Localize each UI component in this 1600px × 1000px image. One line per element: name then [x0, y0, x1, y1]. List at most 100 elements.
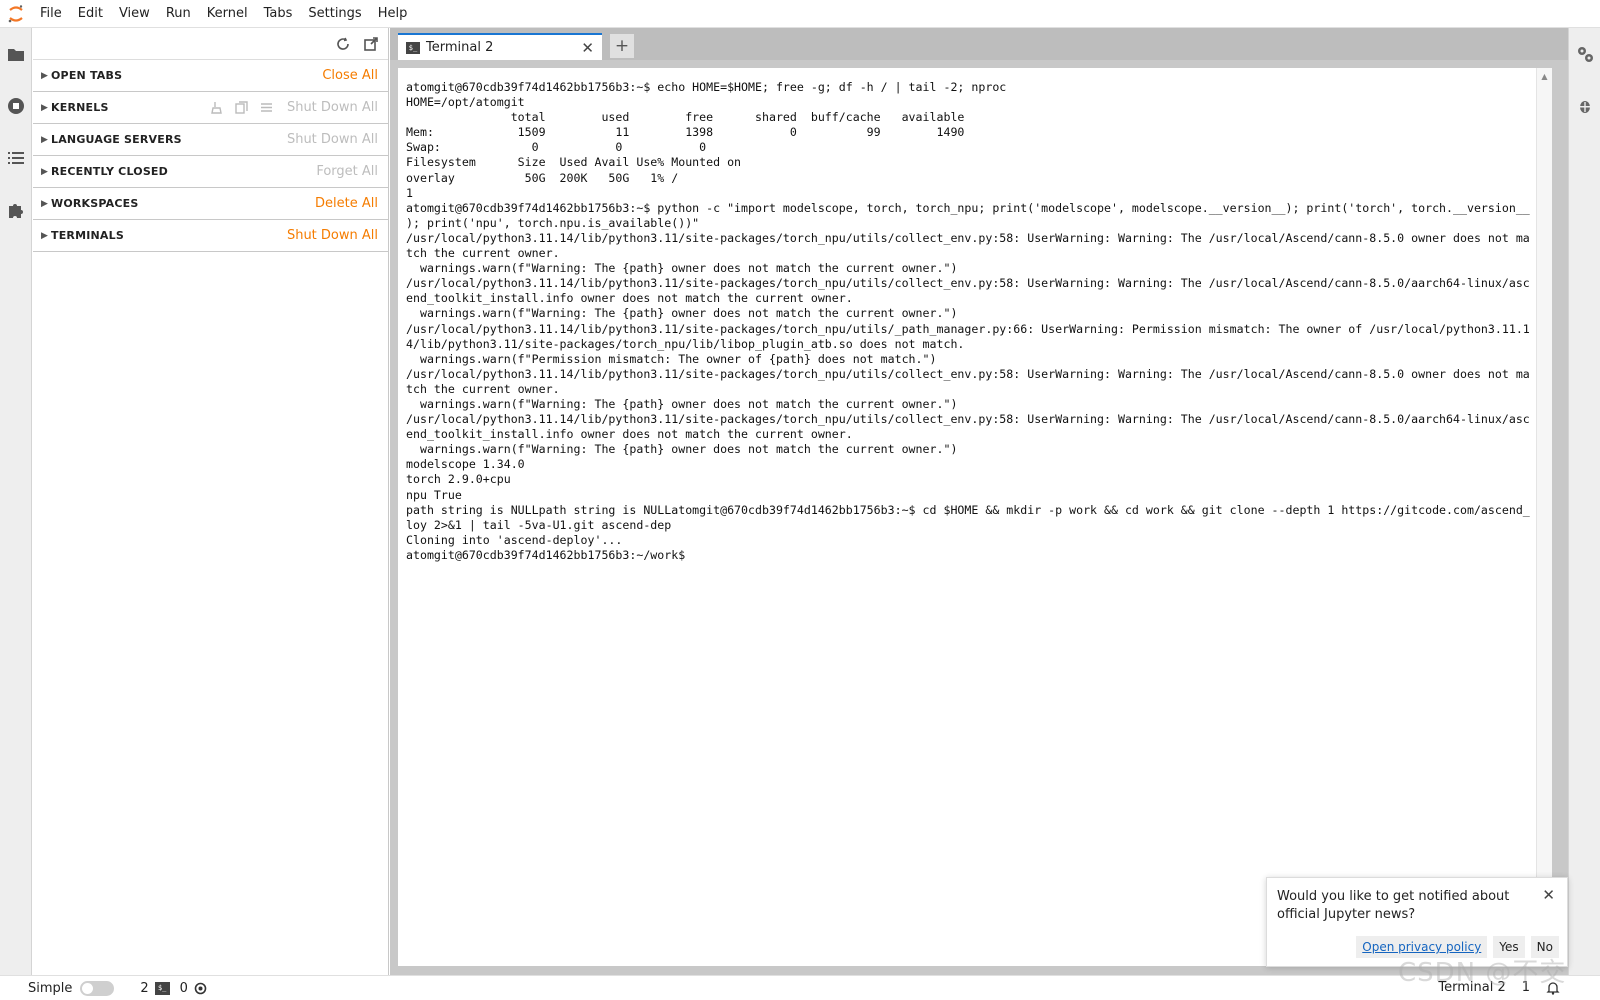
section-open-tabs[interactable]: ▶ OPEN TABS Close All: [33, 60, 388, 92]
terminal-line: loy 2>&1 | tail -5va-U1.git ascend-dep: [406, 517, 672, 532]
terminal-line: Swap: 0 0 0: [406, 140, 707, 155]
menu-help[interactable]: Help: [370, 0, 416, 28]
terminal-line: /usr/local/python3.11.14/lib/python3.11/…: [406, 366, 1530, 381]
terminal-scrollbar[interactable]: ▲: [1536, 68, 1552, 966]
terminal-line: atomgit@670cdb39f74d1462bb1756b3:~$ pyth…: [406, 200, 1530, 215]
jupyter-logo-icon: [0, 0, 32, 28]
terminal-line: atomgit@670cdb39f74d1462bb1756b3:~$ echo…: [406, 80, 1007, 94]
simple-mode-toggle[interactable]: [80, 980, 115, 996]
terminal-icon: $_: [154, 981, 170, 995]
tab-terminal-2[interactable]: $_ Terminal 2 ✕: [398, 33, 602, 60]
terminal-line: warnings.warn(f"Warning: The {path} owne…: [406, 396, 958, 411]
caret-right-icon: ▶: [41, 134, 48, 145]
terminal-line: Mem: 1509 11 1398 0 99 1490: [406, 125, 965, 140]
menu-run[interactable]: Run: [158, 0, 199, 28]
running-sessions-icon[interactable]: [0, 80, 32, 132]
running-panel: ▶ OPEN TABS Close All ▶ KERNELS Shut Dow…: [33, 28, 389, 975]
section-title: WORKSPACES: [51, 197, 139, 210]
terminal-line: atomgit@670cdb39f74d1462bb1756b3:~/work$: [406, 547, 686, 562]
caret-right-icon: ▶: [41, 198, 48, 209]
section-title: RECENTLY CLOSED: [51, 165, 168, 178]
caret-right-icon: ▶: [41, 230, 48, 241]
terminal-line: path string is NULLpath string is NULLat…: [406, 502, 1530, 517]
terminal-line: warnings.warn(f"Warning: The {path} owne…: [406, 442, 958, 457]
menu-file[interactable]: File: [32, 0, 70, 28]
kernel-count[interactable]: 0: [180, 981, 207, 996]
terminal-line: HOME=/opt/atomgit: [406, 95, 525, 110]
caret-right-icon: ▶: [41, 102, 48, 113]
status-bar: Simple 2 $_ 0 Terminal 2 1: [0, 975, 1600, 1000]
kernel-count-value: 0: [179, 980, 188, 996]
terminal-icon: $_: [406, 41, 420, 54]
terminal-view[interactable]: atomgit@670cdb39f74d1462bb1756b3:~$ echo…: [398, 68, 1552, 966]
section-title: OPEN TABS: [51, 69, 123, 82]
terminal-line: tch the current owner.: [406, 381, 560, 396]
menu-edit[interactable]: Edit: [70, 0, 111, 28]
gear-icon: [194, 982, 207, 994]
terminal-line: total used free shared buff/cache availa…: [406, 110, 965, 125]
terminal-line: warnings.warn(f"Warning: The {path} owne…: [406, 306, 958, 321]
terminal-output: atomgit@670cdb39f74d1462bb1756b3:~$ echo…: [406, 80, 1552, 563]
shut-down-all-servers-button[interactable]: Shut Down All: [287, 132, 378, 147]
terminal-count[interactable]: 2 $_: [140, 980, 170, 996]
terminal-line: torch 2.9.0+cpu: [406, 472, 511, 487]
menu-view[interactable]: View: [111, 0, 158, 28]
property-inspector-gears-icon[interactable]: [1569, 28, 1600, 80]
copy-icon[interactable]: [235, 101, 248, 114]
simple-mode-label: Simple: [28, 980, 73, 996]
section-kernels[interactable]: ▶ KERNELS Shut Down All: [33, 92, 388, 124]
scroll-up-icon[interactable]: ▲: [1537, 72, 1552, 81]
terminal-line: overlay 50G 200K 50G 1% /: [406, 170, 679, 185]
new-tab-button[interactable]: +: [610, 34, 634, 58]
section-terminals[interactable]: ▶ TERMINALS Shut Down All: [33, 220, 388, 252]
terminal-container: atomgit@670cdb39f74d1462bb1756b3:~$ echo…: [390, 60, 1568, 975]
terminal-line: tch the current owner.: [406, 246, 560, 261]
close-icon[interactable]: ✕: [1542, 886, 1555, 904]
left-activity-bar: [0, 28, 32, 975]
terminal-line: /usr/local/python3.11.14/lib/python3.11/…: [406, 230, 1530, 245]
terminal-line: ); print('npu', torch.npu.is_available()…: [406, 215, 700, 230]
menu-tabs[interactable]: Tabs: [256, 0, 301, 28]
terminal-line: /usr/local/python3.11.14/lib/python3.11/…: [406, 276, 1530, 291]
menu-kernel[interactable]: Kernel: [199, 0, 256, 28]
terminal-line: 4/lib/python3.11/site-packages/torch_npu…: [406, 336, 965, 351]
terminal-line: 1: [406, 185, 413, 200]
terminal-line: Filesystem Size Used Avail Use% Mounted …: [406, 155, 742, 170]
tab-label: Terminal 2: [426, 40, 494, 55]
caret-right-icon: ▶: [41, 70, 48, 81]
section-title: TERMINALS: [51, 229, 124, 242]
section-recently-closed[interactable]: ▶ RECENTLY CLOSED Forget All: [33, 156, 388, 188]
shut-down-all-kernels-button[interactable]: Shut Down All: [287, 100, 378, 115]
refresh-icon[interactable]: [336, 37, 350, 51]
dock-tab-bar: $_ Terminal 2 ✕ +: [390, 28, 1568, 60]
clear-icon[interactable]: [210, 101, 223, 114]
menu-settings[interactable]: Settings: [300, 0, 369, 28]
section-language-servers[interactable]: ▶ LANGUAGE SERVERS Shut Down All: [33, 124, 388, 156]
terminal-line: warnings.warn(f"Permission mismatch: The…: [406, 351, 937, 366]
terminal-line: warnings.warn(f"Warning: The {path} owne…: [406, 261, 958, 276]
terminal-line: Cloning into 'ascend-deploy'...: [406, 532, 623, 547]
menu-bar: File Edit View Run Kernel Tabs Settings …: [0, 0, 1600, 28]
close-all-button[interactable]: Close All: [322, 68, 378, 83]
section-title: KERNELS: [51, 101, 109, 114]
terminal-count-value: 2: [140, 980, 149, 996]
debugger-bug-icon[interactable]: [1569, 80, 1600, 132]
list-icon[interactable]: [260, 101, 273, 114]
section-title: LANGUAGE SERVERS: [51, 133, 182, 146]
open-external-icon[interactable]: [364, 36, 378, 51]
caret-right-icon: ▶: [41, 166, 48, 177]
terminal-line: end_toolkit_install.info owner does not …: [406, 291, 853, 306]
terminal-line: end_toolkit_install.info owner does not …: [406, 427, 853, 442]
table-of-contents-icon[interactable]: [0, 132, 32, 184]
extensions-puzzle-icon[interactable]: [0, 184, 32, 236]
right-activity-bar: [1568, 28, 1600, 975]
terminal-line: /usr/local/python3.11.14/lib/python3.11/…: [406, 412, 1530, 427]
forget-all-button[interactable]: Forget All: [316, 164, 378, 179]
panel-toolbar: [33, 28, 388, 60]
shut-down-all-terminals-button[interactable]: Shut Down All: [287, 228, 378, 243]
close-icon[interactable]: ✕: [581, 39, 594, 57]
delete-all-button[interactable]: Delete All: [315, 196, 378, 211]
section-workspaces[interactable]: ▶ WORKSPACES Delete All: [33, 188, 388, 220]
watermark: CSDN @不交: [1398, 958, 1567, 988]
file-browser-icon[interactable]: [0, 28, 32, 80]
